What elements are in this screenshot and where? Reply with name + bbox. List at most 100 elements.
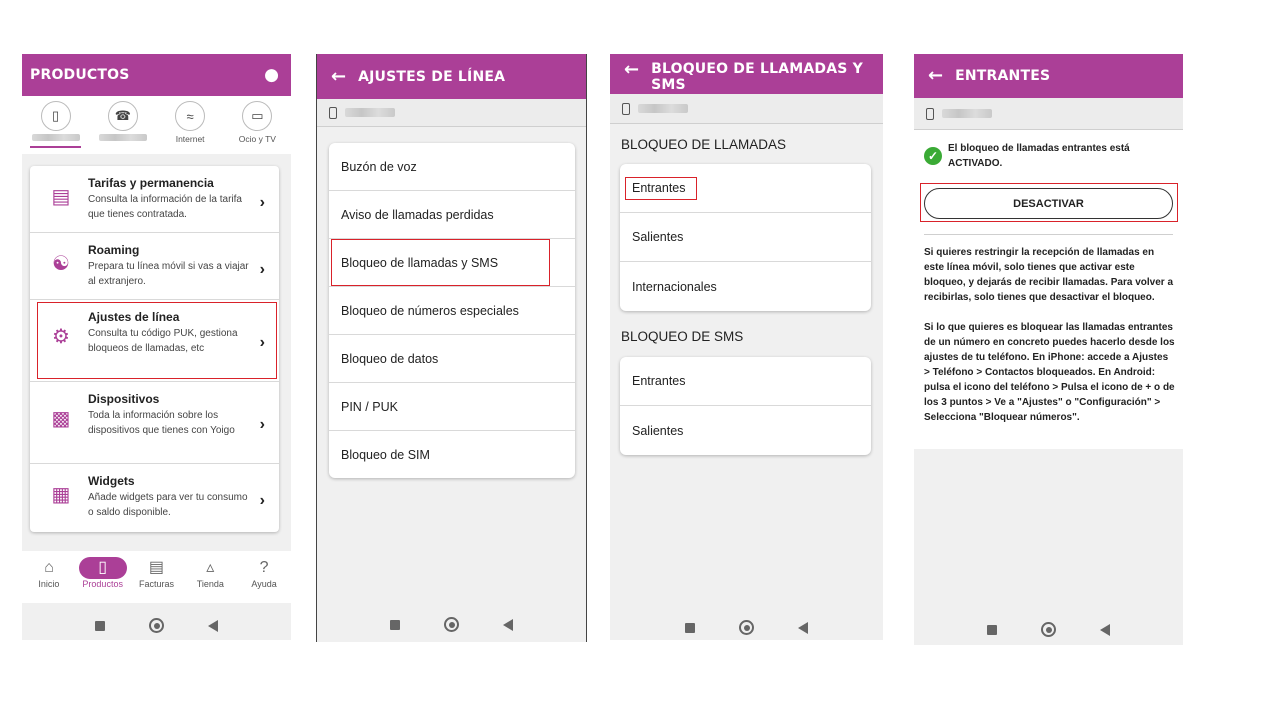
back-arrow-icon[interactable]: ← — [331, 67, 346, 86]
nav-label: Ayuda — [251, 579, 277, 589]
list-item[interactable]: Entrantes — [620, 357, 871, 406]
back-icon[interactable] — [1100, 623, 1110, 636]
screen-entrantes: ← ENTRANTES ✓ El bloqueo de llamadas ent… — [914, 54, 1183, 645]
back-arrow-icon[interactable]: ← — [928, 67, 943, 85]
item-title: Dispositivos — [88, 392, 160, 406]
item-desc: Toda la información sobre los dispositiv… — [88, 410, 235, 436]
masked-number — [942, 109, 992, 118]
home-icon: ⌂ — [44, 559, 54, 576]
chevron-right-icon: › — [259, 416, 265, 433]
app-bar: ← BLOQUEO DE LLAMADAS Y SMS — [610, 54, 883, 94]
mobile-icon: ▯ — [40, 101, 71, 131]
list-item[interactable]: Internacionales — [620, 262, 871, 311]
list-item-tarifas[interactable]: ▤ Tarifas y permanencia Consulta la info… — [30, 166, 279, 233]
back-icon[interactable] — [208, 619, 218, 632]
calls-list: Entrantes Salientes Internacionales — [620, 164, 871, 311]
system-nav — [610, 620, 883, 635]
nav-label: Inicio — [38, 579, 60, 589]
tab-tv[interactable]: ▭ Ocio y TV — [224, 96, 291, 154]
deactivate-button[interactable]: DESACTIVAR — [924, 188, 1173, 219]
landline-icon: ☎ — [107, 101, 138, 131]
list-item[interactable]: Bloqueo de llamadas y SMS — [329, 239, 575, 287]
list-item[interactable]: PIN / PUK — [329, 383, 575, 431]
list-item-roaming[interactable]: ☯ Roaming Prepara tu línea móvil si vas … — [30, 233, 279, 300]
list-item[interactable]: Entrantes — [620, 164, 871, 213]
recents-icon[interactable] — [685, 622, 695, 633]
list-item[interactable]: Salientes — [620, 213, 871, 262]
back-icon[interactable] — [503, 618, 513, 631]
tab-internet[interactable]: ≈ Internet — [157, 96, 224, 154]
tab-mobile[interactable]: ▯ — [22, 96, 89, 154]
devices-icon: ▩ — [51, 408, 71, 430]
item-label: Salientes — [632, 423, 684, 438]
page-title: BLOQUEO DE LLAMADAS Y SMS — [651, 61, 863, 93]
item-title: Widgets — [88, 474, 135, 488]
line-selector[interactable] — [610, 94, 883, 124]
list-item-ajustes[interactable]: ⚙ Ajustes de línea Consulta tu código PU… — [30, 300, 279, 382]
nav-label: Tienda — [196, 579, 224, 589]
back-arrow-icon[interactable]: ← — [624, 61, 639, 79]
masked-number — [345, 108, 395, 117]
app-bar: PRODUCTOS ● — [22, 54, 291, 96]
back-icon[interactable] — [798, 621, 808, 634]
nav-inicio[interactable]: ⌂ Inicio — [22, 551, 76, 603]
nav-label: Facturas — [138, 579, 174, 589]
home-button-icon[interactable] — [149, 618, 164, 633]
list-item[interactable]: Salientes — [620, 406, 871, 455]
item-label: Internacionales — [632, 279, 717, 294]
list-item[interactable]: Bloqueo de números especiales — [329, 287, 575, 335]
system-nav — [317, 617, 586, 632]
chevron-right-icon: › — [259, 334, 265, 351]
nav-facturas[interactable]: ▤ Facturas — [130, 551, 184, 603]
recents-icon[interactable] — [95, 620, 105, 631]
tab-label: Ocio y TV — [238, 134, 276, 144]
line-selector[interactable] — [914, 98, 1183, 130]
item-label: Entrantes — [632, 181, 686, 195]
recents-icon[interactable] — [390, 619, 400, 630]
info-paragraph-1: Si quieres restringir la recepción de ll… — [924, 247, 1174, 303]
widgets-icon: ▦ — [51, 484, 71, 506]
nav-label: Productos — [82, 579, 123, 589]
home-button-icon[interactable] — [739, 620, 754, 635]
nav-ayuda[interactable]: ? Ayuda — [237, 551, 291, 603]
nav-tienda[interactable]: ▵ Tienda — [183, 551, 237, 603]
section-heading-sms: BLOQUEO DE SMS — [621, 329, 744, 344]
screen-ajustes: ← AJUSTES DE LÍNEA Buzón de voz Aviso de… — [316, 54, 587, 642]
list-item[interactable]: Bloqueo de datos — [329, 335, 575, 383]
screen-bloqueo: ← BLOQUEO DE LLAMADAS Y SMS BLOQUEO DE L… — [610, 54, 883, 640]
wifi-icon: ≈ — [175, 101, 206, 131]
check-icon: ✓ — [924, 147, 942, 165]
product-tabs: ▯ ☎ ≈ Internet ▭ Ocio y TV — [22, 96, 291, 154]
system-nav — [914, 622, 1183, 637]
tab-landline[interactable]: ☎ — [89, 96, 156, 154]
page-title: AJUSTES DE LÍNEA — [358, 68, 506, 85]
nav-productos[interactable]: ▯ Productos — [76, 551, 130, 603]
page-title: PRODUCTOS — [30, 67, 130, 83]
list-item[interactable]: Bloqueo de SIM — [329, 431, 575, 478]
line-selector[interactable] — [317, 99, 586, 127]
item-label: Bloqueo de llamadas y SMS — [341, 255, 499, 270]
masked-number — [638, 104, 688, 113]
home-button-icon[interactable] — [1041, 622, 1056, 637]
list-item-dispositivos[interactable]: ▩ Dispositivos Toda la información sobre… — [30, 382, 279, 464]
recents-icon[interactable] — [987, 624, 997, 635]
user-icon[interactable]: ● — [264, 65, 279, 85]
item-title: Roaming — [88, 243, 140, 257]
phone-icon — [926, 107, 934, 120]
gear-icon: ⚙ — [52, 326, 70, 348]
chevron-right-icon: › — [259, 492, 265, 509]
status-message: El bloqueo de llamadas entrantes está AC… — [948, 143, 1130, 169]
app-bar: ← ENTRANTES — [914, 54, 1183, 98]
tv-icon: ▭ — [242, 101, 273, 131]
item-label: PIN / PUK — [341, 399, 398, 414]
item-label: Bloqueo de números especiales — [341, 303, 519, 318]
masked-number — [98, 134, 147, 141]
home-button-icon[interactable] — [444, 617, 459, 632]
list-item[interactable]: Aviso de llamadas perdidas — [329, 191, 575, 239]
item-label: Salientes — [632, 230, 684, 244]
list-item-widgets[interactable]: ▦ Widgets Añade widgets para ver tu cons… — [30, 464, 279, 531]
list-item[interactable]: Buzón de voz — [329, 143, 575, 191]
invoice-icon: ▤ — [148, 559, 165, 576]
phone-icon: ▯ — [78, 557, 127, 579]
item-label: Entrantes — [632, 374, 686, 388]
